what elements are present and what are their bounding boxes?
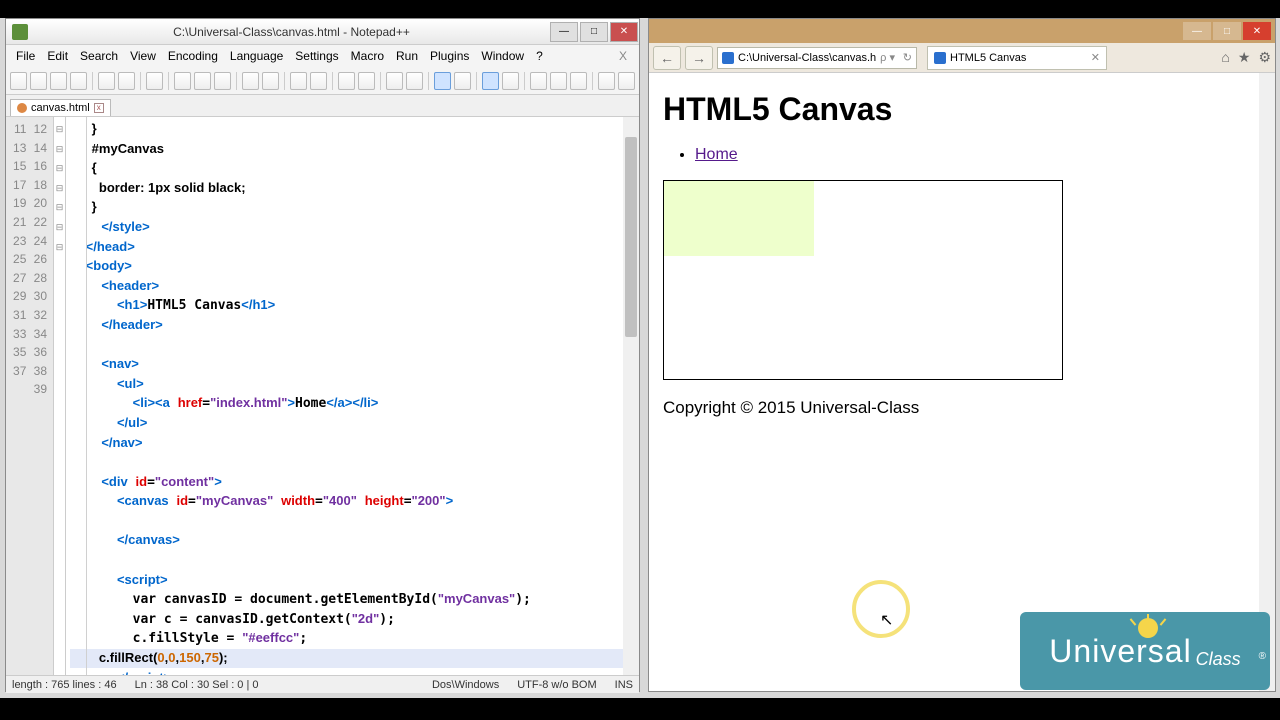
logo-sub: Class bbox=[1196, 649, 1241, 670]
tab-close-icon[interactable]: x bbox=[94, 103, 104, 113]
browser-tab[interactable]: HTML5 Canvas ✕ bbox=[927, 46, 1107, 70]
cut-icon[interactable] bbox=[174, 72, 191, 90]
npp-menubar: File Edit Search View Encoding Language … bbox=[6, 45, 639, 67]
ie-navbar: ← → C:\Universal-Class\canvas.h ρ ▾ ↻ HT… bbox=[649, 43, 1275, 73]
indent-guide-icon[interactable] bbox=[482, 72, 499, 90]
menu-settings[interactable]: Settings bbox=[289, 47, 344, 65]
reload-icon[interactable]: ↻ bbox=[903, 51, 912, 64]
npp-editor[interactable]: 11 12 13 14 15 16 17 18 19 20 21 22 23 2… bbox=[6, 117, 639, 675]
find-icon[interactable] bbox=[290, 72, 307, 90]
tab-close-icon[interactable]: ✕ bbox=[1091, 51, 1100, 64]
undo-icon[interactable] bbox=[242, 72, 259, 90]
copy-icon[interactable] bbox=[194, 72, 211, 90]
status-eol: Dos\Windows bbox=[432, 679, 499, 691]
menu-encoding[interactable]: Encoding bbox=[162, 47, 224, 65]
line-gutter: 11 12 13 14 15 16 17 18 19 20 21 22 23 2… bbox=[6, 117, 54, 675]
new-file-icon[interactable] bbox=[10, 72, 27, 90]
tab-label: canvas.html bbox=[31, 102, 90, 114]
menu-view[interactable]: View bbox=[124, 47, 162, 65]
zoom-out-icon[interactable] bbox=[358, 72, 375, 90]
close-all-icon[interactable] bbox=[118, 72, 135, 90]
minimize-button[interactable]: — bbox=[550, 22, 578, 42]
folder-icon[interactable] bbox=[570, 72, 587, 90]
editor-scrollbar[interactable] bbox=[623, 117, 639, 675]
menu-search[interactable]: Search bbox=[74, 47, 124, 65]
ie-close-button[interactable]: ✕ bbox=[1243, 22, 1271, 40]
npp-statusbar: length : 765 lines : 46 Ln : 38 Col : 30… bbox=[6, 675, 639, 693]
record-icon[interactable] bbox=[598, 72, 615, 90]
logo-main: Universal bbox=[1049, 633, 1191, 670]
sync-v-icon[interactable] bbox=[386, 72, 403, 90]
npp-titlebar[interactable]: C:\Universal-Class\canvas.html - Notepad… bbox=[6, 19, 639, 45]
ie-scrollbar[interactable] bbox=[1259, 73, 1275, 691]
wordwrap-icon[interactable] bbox=[434, 72, 451, 90]
paste-icon[interactable] bbox=[214, 72, 231, 90]
save-icon[interactable] bbox=[50, 72, 67, 90]
home-icon[interactable]: ⌂ bbox=[1221, 49, 1229, 66]
registered-mark: ® bbox=[1259, 651, 1266, 662]
save-all-icon[interactable] bbox=[70, 72, 87, 90]
close-file-icon[interactable] bbox=[98, 72, 115, 90]
menubar-close-icon[interactable]: X bbox=[613, 47, 633, 65]
back-button[interactable]: ← bbox=[653, 46, 681, 70]
modified-indicator-icon bbox=[17, 103, 27, 113]
fold-gutter[interactable]: ⊟ ⊟ ⊟ ⊟ ⊟ ⊟ ⊟ bbox=[54, 117, 66, 675]
code-area[interactable]: } #myCanvas { border: 1px solid black; }… bbox=[66, 117, 639, 675]
forward-button[interactable]: → bbox=[685, 46, 713, 70]
menu-help[interactable]: ? bbox=[530, 47, 549, 65]
menu-file[interactable]: File bbox=[10, 47, 41, 65]
redo-icon[interactable] bbox=[262, 72, 279, 90]
udl-icon[interactable] bbox=[502, 72, 519, 90]
zoom-in-icon[interactable] bbox=[338, 72, 355, 90]
sync-h-icon[interactable] bbox=[406, 72, 423, 90]
tab-favicon-icon bbox=[934, 52, 946, 64]
canvas-filled-rect bbox=[664, 181, 814, 256]
func-list-icon[interactable] bbox=[550, 72, 567, 90]
tab-title: HTML5 Canvas bbox=[950, 52, 1026, 64]
search-dropdown-icon[interactable]: ρ ▾ bbox=[880, 51, 895, 64]
file-tab[interactable]: canvas.html x bbox=[10, 99, 111, 116]
page-heading: HTML5 Canvas bbox=[663, 91, 1261, 128]
menu-run[interactable]: Run bbox=[390, 47, 424, 65]
doc-map-icon[interactable] bbox=[530, 72, 547, 90]
cursor-pointer-icon: ↖ bbox=[880, 610, 893, 630]
universal-class-logo: Universal Class ® bbox=[1020, 612, 1270, 690]
all-chars-icon[interactable] bbox=[454, 72, 471, 90]
home-link[interactable]: Home bbox=[695, 146, 738, 163]
status-encoding: UTF-8 w/o BOM bbox=[517, 679, 596, 691]
npp-title: C:\Universal-Class\canvas.html - Notepad… bbox=[34, 25, 549, 39]
open-file-icon[interactable] bbox=[30, 72, 47, 90]
copyright-text: Copyright © 2015 Universal-Class bbox=[663, 398, 1261, 418]
status-length: length : 765 lines : 46 bbox=[12, 679, 117, 691]
address-bar[interactable]: C:\Universal-Class\canvas.h ρ ▾ ↻ bbox=[717, 47, 917, 69]
npp-toolbar bbox=[6, 67, 639, 95]
ie-window: — □ ✕ ← → C:\Universal-Class\canvas.h ρ … bbox=[648, 18, 1276, 692]
tools-icon[interactable]: ⚙ bbox=[1258, 49, 1271, 66]
maximize-button[interactable]: □ bbox=[580, 22, 608, 42]
replace-icon[interactable] bbox=[310, 72, 327, 90]
ie-page-content: HTML5 Canvas Home Copyright © 2015 Unive… bbox=[649, 73, 1275, 436]
status-position: Ln : 38 Col : 30 Sel : 0 | 0 bbox=[135, 679, 259, 691]
npp-app-icon bbox=[12, 24, 28, 40]
menu-macro[interactable]: Macro bbox=[345, 47, 390, 65]
address-text: C:\Universal-Class\canvas.h bbox=[738, 52, 876, 64]
ie-titlebar[interactable]: — □ ✕ bbox=[649, 19, 1275, 43]
status-mode: INS bbox=[615, 679, 633, 691]
close-button[interactable]: ✕ bbox=[610, 22, 638, 42]
npp-tabbar: canvas.html x bbox=[6, 95, 639, 117]
ie-maximize-button[interactable]: □ bbox=[1213, 22, 1241, 40]
ie-minimize-button[interactable]: — bbox=[1183, 22, 1211, 40]
favorites-icon[interactable]: ★ bbox=[1238, 49, 1251, 66]
menu-window[interactable]: Window bbox=[475, 47, 530, 65]
play-icon[interactable] bbox=[618, 72, 635, 90]
ie-page-icon bbox=[722, 52, 734, 64]
menu-plugins[interactable]: Plugins bbox=[424, 47, 475, 65]
menu-edit[interactable]: Edit bbox=[41, 47, 74, 65]
print-icon[interactable] bbox=[146, 72, 163, 90]
notepadpp-window: C:\Universal-Class\canvas.html - Notepad… bbox=[5, 18, 640, 692]
menu-language[interactable]: Language bbox=[224, 47, 289, 65]
scrollbar-thumb[interactable] bbox=[625, 137, 637, 337]
canvas-element bbox=[663, 180, 1063, 380]
